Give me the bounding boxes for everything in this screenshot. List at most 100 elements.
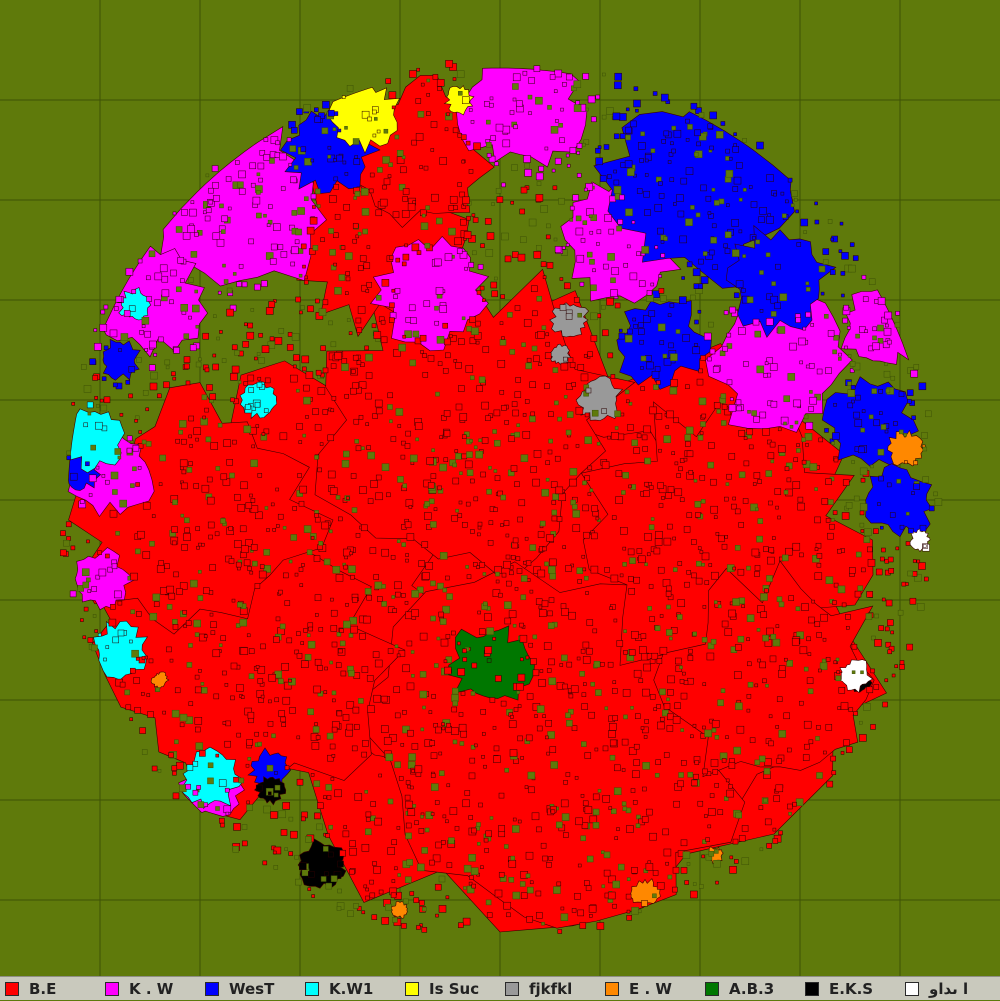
territory-speckle xyxy=(585,885,592,891)
territory-speckle xyxy=(520,454,529,462)
territory-speckle xyxy=(396,826,401,830)
territory-speckle xyxy=(653,547,661,555)
territory-speckle xyxy=(597,145,602,149)
legend-item-ew[interactable]: E . W xyxy=(600,977,700,1001)
territory-speckle xyxy=(792,801,797,807)
territory-speckle xyxy=(604,706,609,711)
legend-item-wadi[interactable]: ا ىداو xyxy=(900,977,1000,1001)
territory-speckle xyxy=(406,682,415,691)
territory-speckle xyxy=(356,327,363,333)
territory-speckle xyxy=(529,880,534,885)
territory-speckle xyxy=(374,817,382,826)
territory-speckle xyxy=(479,628,486,635)
territory-speckle xyxy=(580,648,586,654)
legend-item-eks[interactable]: E.K.S xyxy=(800,977,900,1001)
territory-speckle xyxy=(252,196,261,205)
territory-speckle xyxy=(765,252,771,257)
territory-speckle xyxy=(734,859,739,864)
territory-speckle xyxy=(354,191,361,197)
territory-speckle xyxy=(524,399,530,404)
territory-speckle xyxy=(509,349,516,355)
territory-speckle xyxy=(477,521,483,527)
territory-speckle xyxy=(653,707,657,711)
legend-item-be[interactable]: B.E xyxy=(0,977,100,1001)
territory-speckle xyxy=(770,311,777,317)
territory-speckle xyxy=(236,732,241,738)
territory-speckle xyxy=(512,73,521,82)
territory-speckle xyxy=(322,409,329,415)
territory-speckle xyxy=(576,567,584,574)
territory-speckle xyxy=(659,646,668,655)
territory-speckle xyxy=(691,779,698,787)
territory-speckle xyxy=(673,417,679,424)
territory-speckle xyxy=(480,865,484,869)
territory-speckle xyxy=(483,764,487,769)
territory-speckle xyxy=(495,571,500,577)
territory-speckle xyxy=(300,146,307,153)
legend-item-west[interactable]: WesT xyxy=(200,977,300,1001)
territory-speckle xyxy=(365,289,370,293)
territory-speckle xyxy=(699,550,704,554)
territory-speckle xyxy=(426,78,431,83)
territory-speckle xyxy=(405,553,409,557)
territory-speckle xyxy=(514,391,522,398)
territory-map[interactable] xyxy=(0,0,1000,976)
map-canvas[interactable] xyxy=(0,0,1000,976)
legend-item-kw1[interactable]: K.W1 xyxy=(300,977,400,1001)
territory-speckle xyxy=(591,116,597,123)
territory-speckle xyxy=(158,336,164,343)
territory-speckle xyxy=(300,305,305,310)
territory-speckle xyxy=(401,542,406,547)
territory-speckle xyxy=(192,761,199,767)
legend-item-ab3[interactable]: A.B.3 xyxy=(700,977,800,1001)
territory-speckle xyxy=(408,304,416,312)
territory-speckle xyxy=(385,903,392,911)
territory-speckle xyxy=(512,817,517,822)
legend-item-is-suc[interactable]: Is Suc xyxy=(400,977,500,1001)
territory-speckle xyxy=(375,209,383,217)
territory-speckle xyxy=(485,830,492,838)
territory-speckle xyxy=(205,173,210,178)
territory-speckle xyxy=(694,760,700,765)
territory-speckle xyxy=(671,451,675,455)
territory-speckle xyxy=(580,373,589,382)
territory-speckle xyxy=(313,555,321,562)
territory-speckle xyxy=(719,350,726,357)
territory-speckle xyxy=(254,583,261,589)
territory-speckle xyxy=(584,880,590,886)
territory-speckle xyxy=(286,637,293,644)
territory-speckle xyxy=(515,556,521,561)
territory-speckle xyxy=(448,205,455,211)
territory-speckle xyxy=(638,678,644,683)
territory-speckle xyxy=(829,523,835,530)
territory-speckle xyxy=(303,525,312,533)
territory-speckle xyxy=(778,670,786,678)
territory-speckle xyxy=(685,426,694,435)
territory-speckle xyxy=(595,157,603,166)
territory-speckle xyxy=(801,459,807,465)
territory-speckle xyxy=(142,551,151,559)
territory-speckle xyxy=(718,198,725,205)
territory-speckle xyxy=(392,211,400,218)
territory-speckle xyxy=(392,917,398,923)
territory-speckle xyxy=(645,863,654,871)
territory-speckle xyxy=(795,317,801,323)
territory-speckle xyxy=(438,751,443,756)
territory-speckle xyxy=(911,415,916,420)
territory-speckle xyxy=(114,448,122,455)
territory-speckle xyxy=(488,466,492,470)
territory-speckle xyxy=(331,754,336,758)
territory-speckle xyxy=(195,726,201,733)
territory-speckle xyxy=(601,408,607,414)
territory-speckle xyxy=(260,694,265,699)
territory-speckle xyxy=(586,619,594,626)
territory-speckle xyxy=(456,70,465,78)
legend-item-kw[interactable]: K . W xyxy=(100,977,200,1001)
territory-speckle xyxy=(591,505,598,512)
legend-item-fjkfkl[interactable]: fjkfkl xyxy=(500,977,600,1001)
territory-speckle xyxy=(427,355,435,362)
territory-speckle xyxy=(532,634,538,640)
territory-speckle xyxy=(225,176,232,182)
territory-speckle xyxy=(641,434,648,441)
territory-speckle xyxy=(434,258,442,267)
